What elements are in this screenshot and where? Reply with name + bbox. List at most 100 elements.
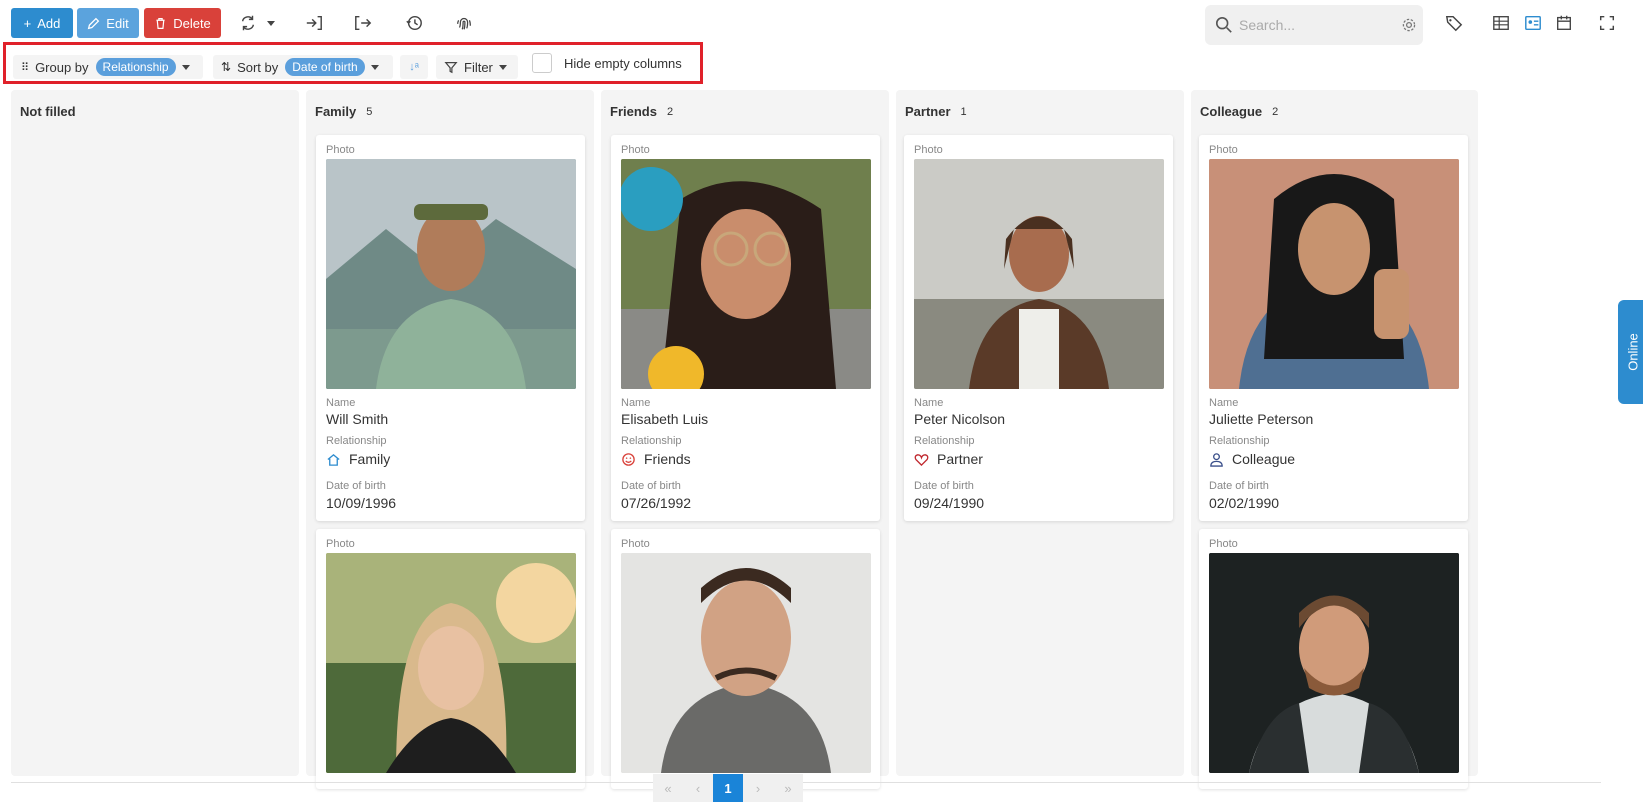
contact-photo: [914, 159, 1164, 389]
sort-by-control[interactable]: ⇅ Sort by Date of birth: [213, 55, 393, 79]
user-icon: [1209, 452, 1224, 467]
relationship-value: Partner: [914, 451, 983, 467]
contact-photo: [621, 553, 871, 773]
relationship-label: Relationship: [914, 435, 975, 447]
search-settings-icon[interactable]: [1401, 17, 1417, 33]
refresh-icon[interactable]: [236, 11, 260, 35]
photo-label: Photo: [914, 144, 943, 156]
hide-empty-columns-checkbox[interactable]: [532, 53, 552, 73]
tag-icon[interactable]: [1442, 11, 1466, 35]
online-tab-label: Online: [1625, 333, 1641, 371]
calendar-view-icon[interactable]: [1552, 11, 1576, 35]
date-of-birth: 07/26/1992: [621, 495, 692, 511]
plus-icon: +: [23, 15, 32, 31]
online-side-tab[interactable]: Online: [1618, 300, 1643, 404]
column-header: Colleague 2: [1200, 104, 1278, 119]
contact-card[interactable]: Photo: [1199, 529, 1468, 789]
column-header: Not filled: [20, 104, 76, 119]
contact-card[interactable]: Photo: [611, 529, 880, 789]
relationship-label: Relationship: [621, 435, 682, 447]
first-page-button[interactable]: «: [653, 774, 683, 802]
photo-label: Photo: [326, 538, 355, 550]
contact-photo: [1209, 553, 1459, 773]
relationship-value: Family: [326, 451, 390, 467]
column-family: Family 5 Photo Name Will Smith Relations…: [306, 90, 594, 789]
add-button[interactable]: + Add: [11, 8, 73, 38]
contact-card[interactable]: Photo Name Peter Nicolson Relationship P…: [904, 135, 1173, 521]
group-by-value[interactable]: Relationship: [95, 58, 176, 76]
page-1-button[interactable]: 1: [713, 774, 743, 802]
date-of-birth: 09/24/1990: [914, 495, 985, 511]
relationship-text: Family: [349, 451, 391, 467]
relationship-label: Relationship: [1209, 435, 1270, 447]
column-count: 5: [366, 105, 373, 118]
sort-icon: ⇅: [221, 60, 232, 74]
footer-bar: [11, 782, 1601, 802]
sort-by-value[interactable]: Date of birth: [285, 58, 365, 76]
photo-label: Photo: [326, 144, 355, 156]
name-label: Name: [326, 397, 356, 409]
contact-card[interactable]: Photo Name Will Smith Relationship Famil…: [316, 135, 585, 521]
group-by-label: Group by: [35, 59, 89, 75]
column-title: Colleague: [1200, 104, 1263, 119]
delete-button-label: Delete: [173, 15, 211, 31]
contact-name: Peter Nicolson: [914, 411, 1006, 427]
search-icon: [1215, 16, 1232, 33]
trash-icon: [156, 17, 165, 29]
column-count: 2: [1272, 105, 1279, 118]
contact-photo: [621, 159, 871, 389]
next-page-button[interactable]: ›: [743, 774, 773, 802]
fingerprint-icon[interactable]: [452, 11, 476, 35]
prev-page-button[interactable]: ‹: [683, 774, 713, 802]
group-by-control[interactable]: ⠿ Group by Relationship: [13, 55, 203, 79]
last-page-button[interactable]: »: [773, 774, 803, 802]
column-partner: Partner 1 Photo Name Peter Nicolson Rela…: [896, 90, 1184, 776]
name-label: Name: [1209, 397, 1239, 409]
contact-photo: [1209, 159, 1459, 389]
contact-photo: [326, 553, 576, 773]
relationship-text: Partner: [937, 451, 983, 467]
relationship-value: Friends: [621, 451, 691, 467]
relationship-label: Relationship: [326, 435, 387, 447]
column-count: 1: [960, 105, 967, 118]
column-count: 2: [666, 105, 674, 118]
dob-label: Date of birth: [1209, 480, 1269, 492]
photo-label: Photo: [1209, 538, 1238, 550]
contact-card[interactable]: Photo: [316, 529, 585, 789]
contact-name: Juliette Peterson: [1209, 411, 1314, 427]
search-box[interactable]: Search...: [1205, 5, 1423, 45]
dob-label: Date of birth: [621, 480, 681, 492]
chevron-down-icon: [498, 64, 507, 70]
hide-empty-columns-label: Hide empty columns: [564, 56, 682, 71]
column-header: Partner 1: [905, 104, 967, 119]
fullscreen-icon[interactable]: [1595, 11, 1619, 35]
edit-button[interactable]: Edit: [77, 8, 139, 38]
pagination: « ‹ 1 › »: [653, 774, 803, 802]
sort-direction-button[interactable]: ↓ᵃ: [400, 55, 428, 79]
import-icon[interactable]: [302, 11, 326, 35]
table-view-icon[interactable]: [1489, 11, 1513, 35]
card-view-icon[interactable]: [1521, 11, 1545, 35]
dob-label: Date of birth: [914, 480, 974, 492]
filter-button[interactable]: Filter: [436, 55, 518, 79]
export-icon[interactable]: [351, 11, 375, 35]
column-not-filled: Not filled: [11, 90, 299, 776]
history-icon[interactable]: [402, 11, 426, 35]
dob-label: Date of birth: [326, 480, 386, 492]
column-header: Friends 2: [610, 104, 673, 119]
contact-card[interactable]: Photo Name Elisabeth Luis Relationship F…: [611, 135, 880, 521]
filter-icon: [444, 62, 458, 74]
contact-name: Elisabeth Luis: [621, 411, 709, 427]
contact-name: Will Smith: [326, 411, 389, 427]
photo-label: Photo: [1209, 144, 1238, 156]
relationship-text: Colleague: [1232, 451, 1296, 467]
pencil-icon: [88, 17, 100, 29]
search-input[interactable]: Search...: [1239, 17, 1295, 33]
add-button-label: Add: [37, 15, 61, 31]
column-friends: Friends 2 Photo Name Elisabeth Luis Rela…: [601, 90, 889, 789]
column-colleague: Colleague 2 Photo Name Juliette Peterson…: [1191, 90, 1478, 789]
contact-card[interactable]: Photo Name Juliette Peterson Relationshi…: [1199, 135, 1468, 521]
refresh-dropdown-icon[interactable]: [264, 11, 278, 35]
delete-button[interactable]: Delete: [144, 8, 221, 38]
grid-icon: ⠿: [21, 61, 30, 74]
